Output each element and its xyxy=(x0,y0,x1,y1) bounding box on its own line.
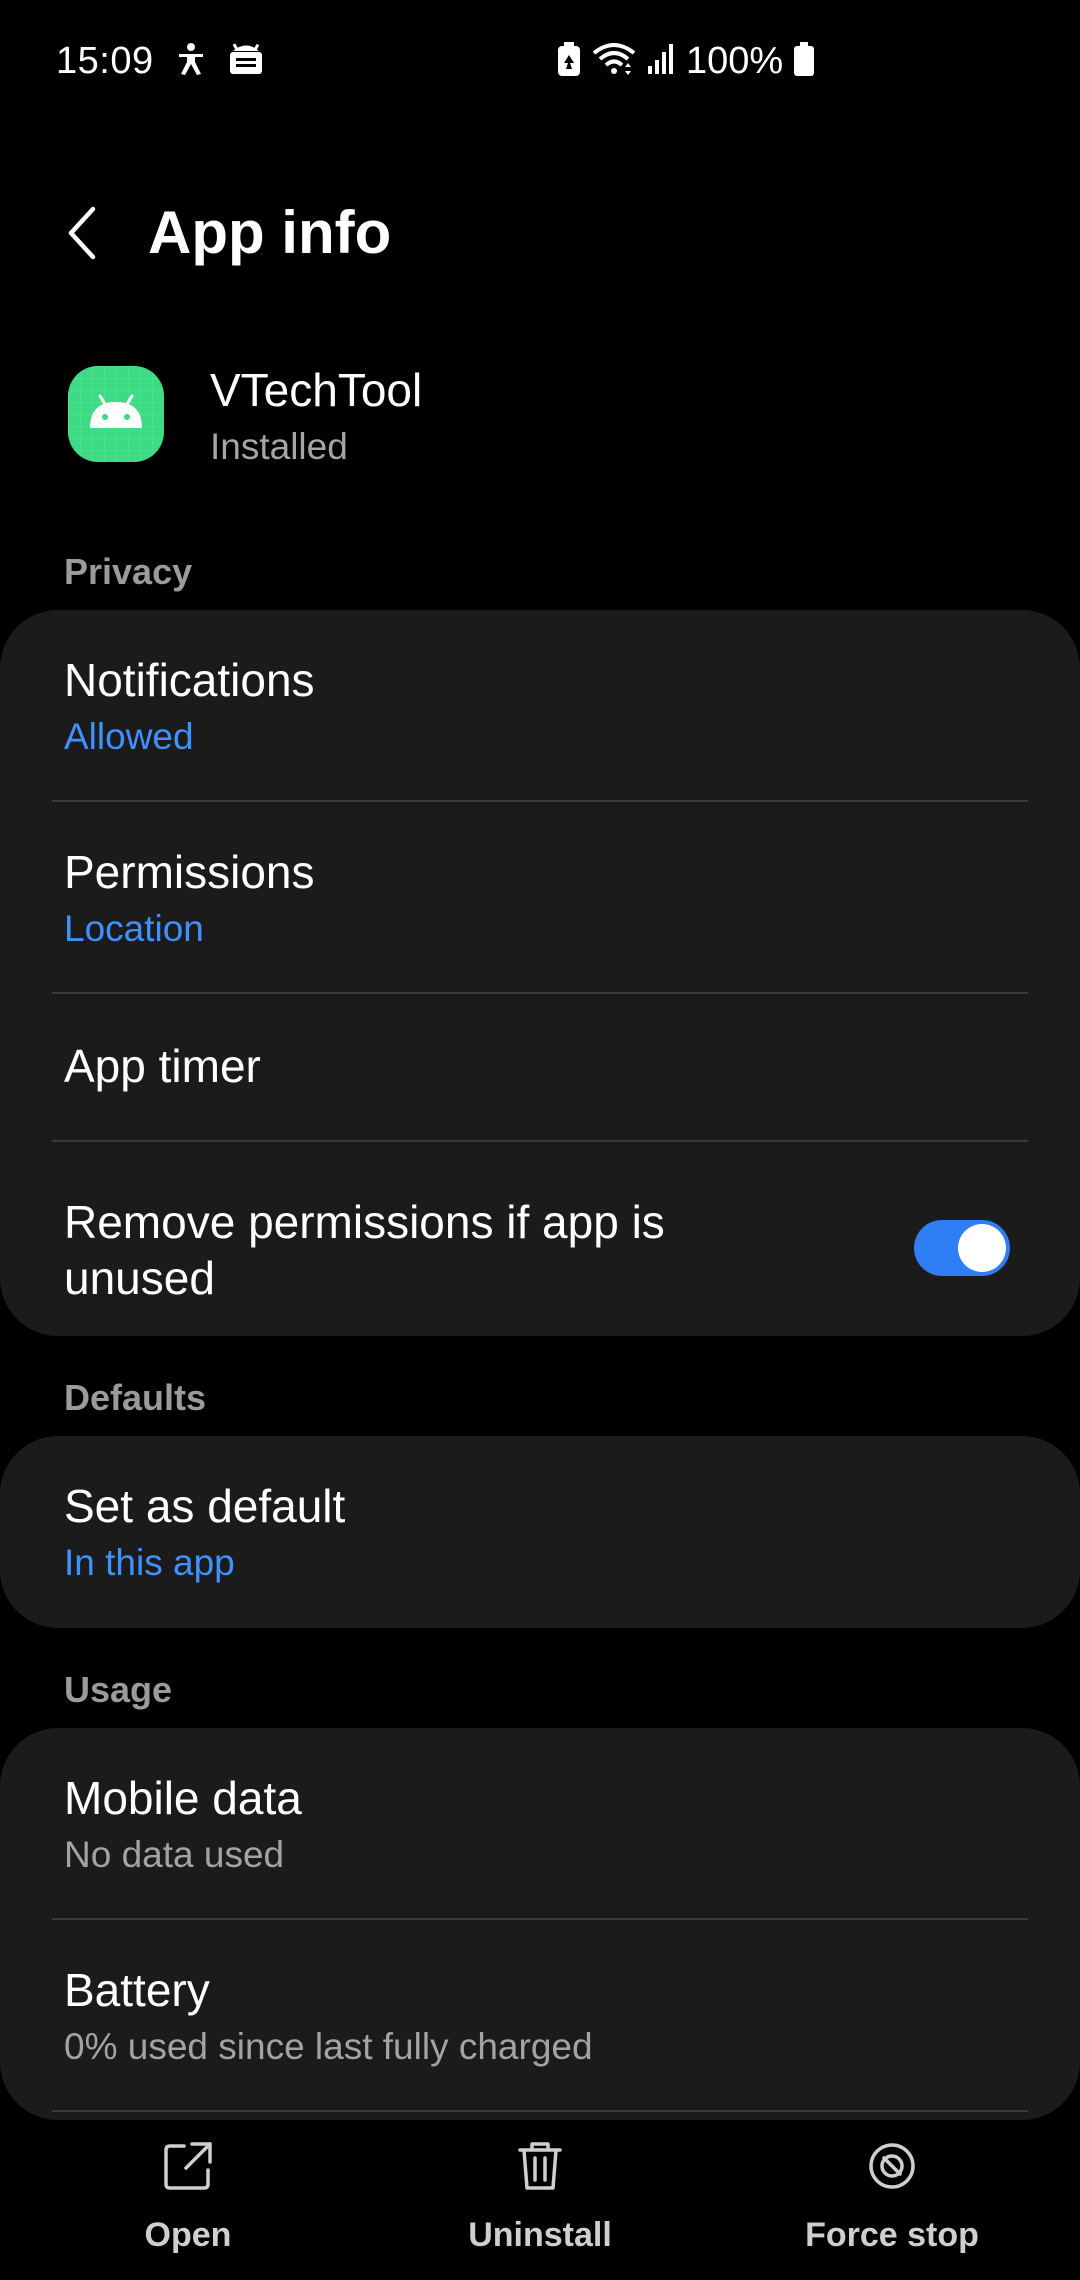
usage-card: Mobile data No data used Battery 0% used… xyxy=(0,1728,1080,2120)
force-stop-button[interactable]: Force stop xyxy=(742,2138,1042,2278)
row-title: Mobile data xyxy=(64,1772,302,1824)
remove-permissions-toggle[interactable] xyxy=(914,1220,1010,1276)
row-subtitle: 0% used since last fully charged xyxy=(64,2026,593,2067)
battery-row[interactable]: Battery 0% used since last fully charged xyxy=(0,1920,1080,2112)
row-title: Battery xyxy=(64,1964,210,2016)
row-subtitle: Location xyxy=(64,908,204,949)
row-subtitle: In this app xyxy=(64,1542,235,1583)
notifications-row[interactable]: Notifications Allowed xyxy=(0,610,1080,802)
status-left: 15:09 xyxy=(56,40,264,83)
bottom-action-bar: Open Uninstall Force stop xyxy=(0,2120,1080,2280)
wifi-icon xyxy=(592,41,636,82)
battery-saver-icon xyxy=(556,41,582,82)
privacy-card: Notifications Allowed Permissions Locati… xyxy=(0,610,1080,1336)
force-stop-label: Force stop xyxy=(805,2216,979,2254)
page-title: App info xyxy=(148,199,392,266)
status-bar: 15:09 100% xyxy=(0,0,1080,130)
accessibility-icon xyxy=(176,42,206,81)
row-title: Permissions xyxy=(64,846,315,898)
section-heading-privacy: Privacy xyxy=(64,551,193,592)
row-title: Set as default xyxy=(64,1480,346,1532)
divider xyxy=(52,2110,1028,2112)
status-time: 15:09 xyxy=(56,40,154,82)
row-title: Notifications xyxy=(64,654,315,706)
row-title: Remove permissions if app is unused xyxy=(64,1196,665,1304)
row-subtitle: Allowed xyxy=(64,716,194,757)
row-title: App timer xyxy=(64,1040,261,1092)
app-install-status: Installed xyxy=(210,426,348,467)
back-button[interactable] xyxy=(48,198,118,268)
defaults-card: Set as default In this app xyxy=(0,1436,1080,1628)
signal-icon xyxy=(646,42,676,81)
open-button[interactable]: Open xyxy=(38,2138,338,2278)
row-subtitle: No data used xyxy=(64,1834,285,1875)
section-heading-usage: Usage xyxy=(64,1669,173,1710)
app-timer-row[interactable]: App timer xyxy=(0,994,1080,1142)
app-bar: App info xyxy=(0,190,1080,280)
remove-permissions-row[interactable]: Remove permissions if app is unused xyxy=(0,1142,1080,1336)
mobile-data-row[interactable]: Mobile data No data used xyxy=(0,1728,1080,1920)
permissions-row[interactable]: Permissions Location xyxy=(0,802,1080,994)
force-stop-icon xyxy=(869,2143,915,2189)
trash-icon xyxy=(518,2142,562,2190)
android-app-icon xyxy=(68,366,164,462)
battery-icon xyxy=(793,41,815,82)
battery-percent: 100% xyxy=(686,40,784,82)
uninstall-label: Uninstall xyxy=(468,2216,612,2254)
open-label: Open xyxy=(144,2216,232,2254)
android-debug-icon xyxy=(228,42,264,81)
toggle-knob xyxy=(958,1224,1006,1272)
app-name: VTechTool xyxy=(210,364,423,416)
status-right: 100% xyxy=(556,40,815,83)
chevron-left-icon xyxy=(68,206,96,260)
set-as-default-row[interactable]: Set as default In this app xyxy=(0,1436,1080,1628)
uninstall-button[interactable]: Uninstall xyxy=(390,2138,690,2278)
open-external-icon xyxy=(164,2142,212,2190)
section-heading-defaults: Defaults xyxy=(64,1377,207,1418)
